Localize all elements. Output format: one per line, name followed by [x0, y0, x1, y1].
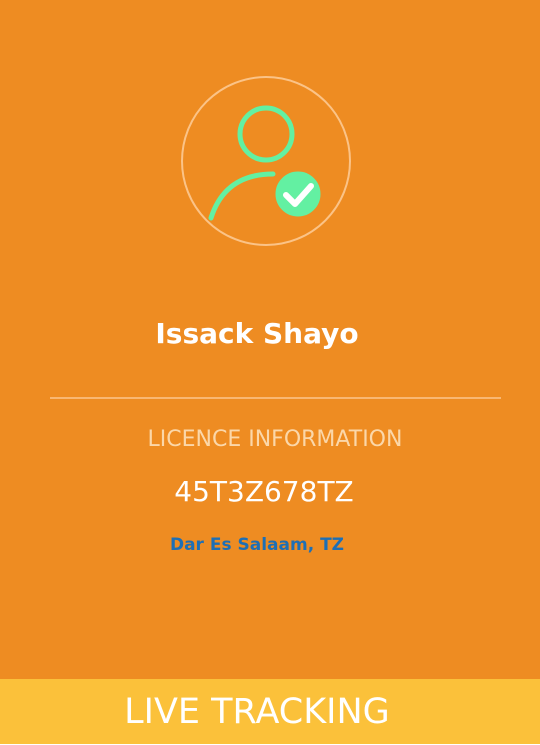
driver-name: Issack Shayo — [155, 317, 359, 350]
live-tracking-button[interactable]: LIVE TRACKING — [0, 679, 540, 744]
licence-number: 45T3Z678TZ — [174, 475, 354, 508]
verified-user-icon — [208, 105, 324, 221]
live-tracking-label: LIVE TRACKING — [124, 692, 390, 732]
divider — [50, 397, 501, 399]
location-text: Dar Es Salaam, TZ — [169, 535, 345, 555]
licence-section-label: LICENCE INFORMATION — [147, 427, 403, 452]
driver-profile-screen: Issack Shayo LICENCE INFORMATION 45T3Z67… — [0, 0, 540, 744]
avatar — [181, 76, 351, 246]
